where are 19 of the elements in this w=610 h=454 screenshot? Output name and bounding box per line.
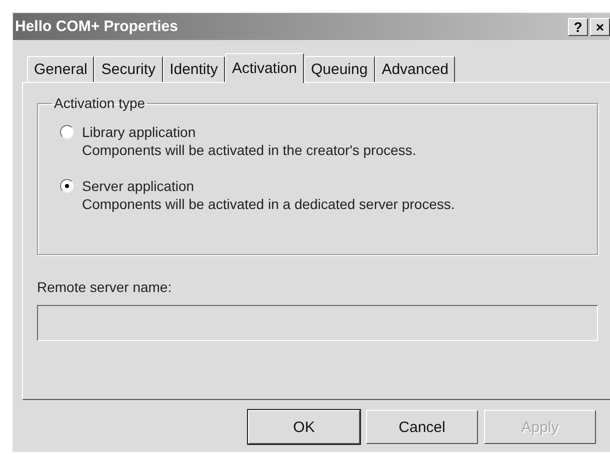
option-description: Components will be activated in the creator's process. <box>82 141 416 159</box>
field-label: Remote server name: <box>37 279 172 295</box>
tab[interactable]: Identity <box>162 56 225 82</box>
dialog-button[interactable]: OK <box>248 410 360 444</box>
option-label[interactable]: Library application <box>82 123 196 141</box>
tab[interactable]: Security <box>94 56 163 82</box>
radio-button[interactable] <box>60 125 74 139</box>
tab[interactable]: Advanced <box>374 56 456 82</box>
dialog-button[interactable]: Cancel <box>366 410 478 444</box>
option-label[interactable]: Server application <box>82 177 194 195</box>
group-title: Activation type <box>53 95 146 111</box>
close-button[interactable]: × <box>590 18 610 36</box>
tab[interactable]: Activation <box>224 53 304 83</box>
tab[interactable]: Queuing <box>304 56 375 82</box>
help-button[interactable]: ? <box>568 18 588 36</box>
window-title: Hello COM+ Properties <box>15 18 178 35</box>
radio-button[interactable] <box>60 179 74 193</box>
option-description: Components will be activated in a dedicated server process. <box>82 195 455 213</box>
tab[interactable]: General <box>27 56 94 82</box>
